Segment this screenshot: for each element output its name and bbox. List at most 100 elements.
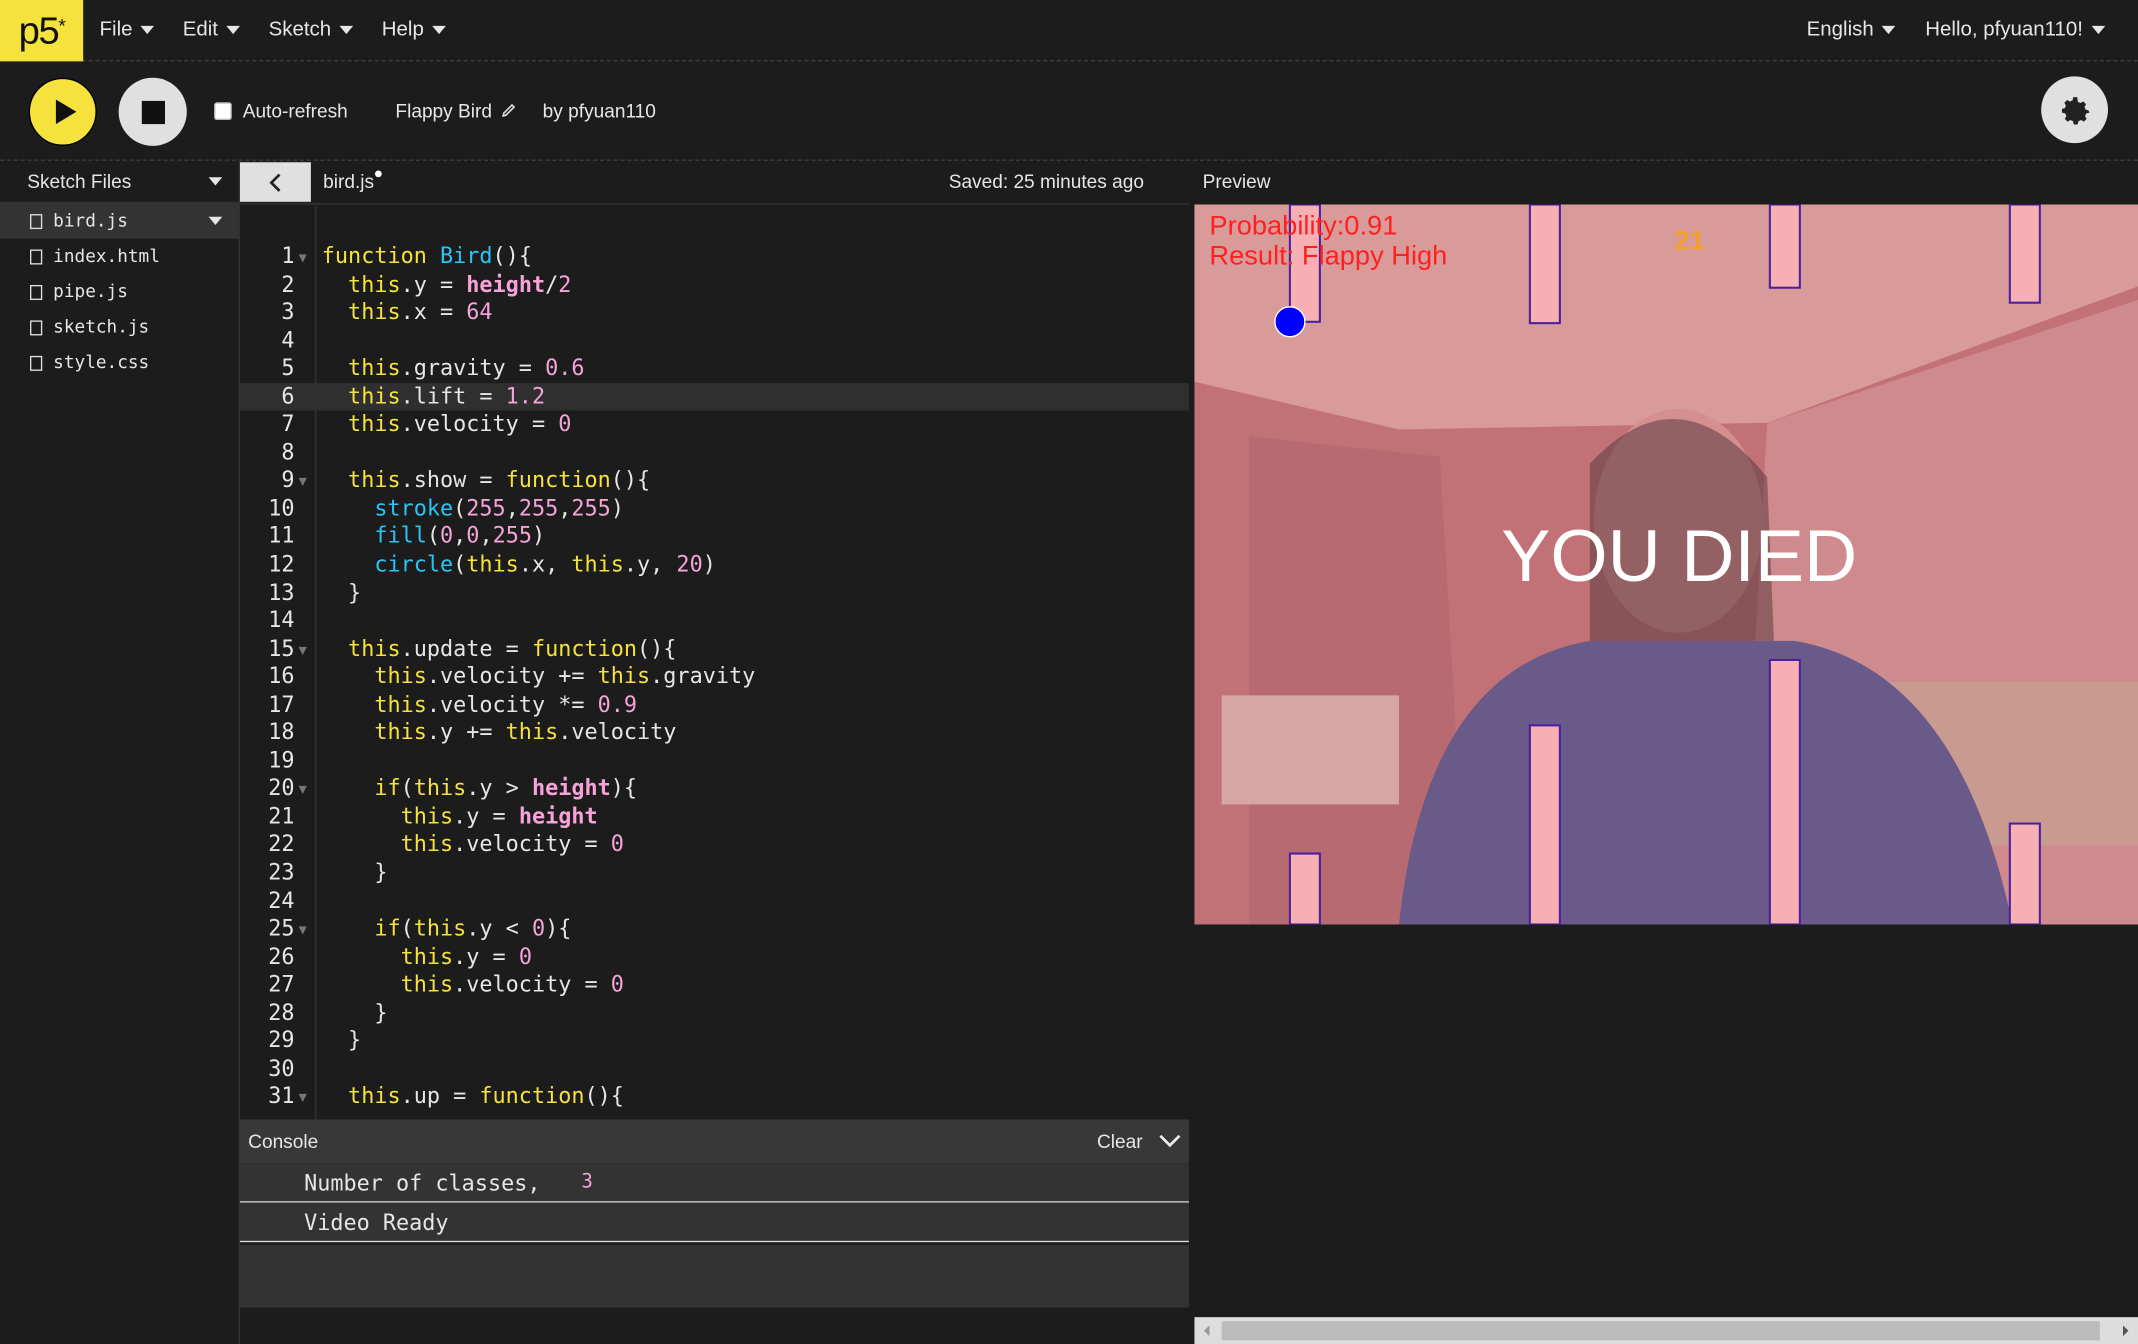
code-line[interactable]: 8 <box>240 439 1189 467</box>
line-number: 1 <box>281 242 295 269</box>
sketch-title[interactable]: Flappy Bird <box>395 100 516 121</box>
collapse-files-button[interactable] <box>239 162 311 202</box>
code-line[interactable]: 5 this.gravity = 0.6 <box>240 355 1189 383</box>
chevron-down-icon[interactable] <box>208 177 223 186</box>
code-line[interactable]: 22 this.velocity = 0 <box>240 831 1189 859</box>
menu-file[interactable]: File <box>100 18 155 41</box>
line-number: 19 <box>268 746 295 773</box>
code-text: this.lift = 1.2 <box>348 382 546 409</box>
user-label: Hello, pfyuan110! <box>1925 17 2083 41</box>
file-item[interactable]: index.html <box>0 239 239 274</box>
sketch-files-header[interactable]: Sketch Files <box>0 161 239 204</box>
chevron-down-icon <box>1881 25 1896 34</box>
auto-refresh-toggle[interactable]: Auto-refresh <box>214 99 348 122</box>
fold-arrow-icon[interactable]: ▼ <box>299 918 307 946</box>
code-line[interactable]: 19 <box>240 747 1189 775</box>
console-input[interactable] <box>239 1244 1189 1308</box>
code-lines[interactable]: 1 ▼ function Bird(){2 this.y = height/2 3 t… <box>239 243 1189 1111</box>
scrollbar-thumb[interactable] <box>1221 1321 2100 1341</box>
file-icon <box>29 248 43 264</box>
line-number: 28 <box>268 999 295 1026</box>
editor-tab[interactable]: bird.js <box>323 170 383 192</box>
preview-scrollbar[interactable] <box>1194 1317 2138 1344</box>
fold-arrow-icon[interactable]: ▼ <box>299 245 307 273</box>
code-line[interactable]: 31 ▼ this.up = function(){ <box>240 1083 1189 1111</box>
auto-refresh-checkbox[interactable] <box>214 101 232 120</box>
code-line[interactable]: 20 ▼ if(this.y > height){ <box>240 775 1189 803</box>
fold-arrow-icon[interactable]: ▼ <box>299 778 307 806</box>
file-icon <box>29 319 43 335</box>
play-icon <box>55 99 76 125</box>
code-line[interactable]: 27 this.velocity = 0 <box>240 971 1189 999</box>
code-line[interactable]: 23 } <box>240 859 1189 887</box>
bird <box>1274 306 1306 338</box>
auto-refresh-label: Auto-refresh <box>242 99 348 122</box>
code-line[interactable]: 10 stroke(255,255,255) <box>240 495 1189 523</box>
console-line: Video Ready <box>239 1202 1189 1243</box>
menu-sketch-label: Sketch <box>268 17 332 41</box>
scroll-left-icon[interactable] <box>1200 1317 1214 1344</box>
fold-arrow-icon[interactable]: ▼ <box>299 638 307 666</box>
menu-edit[interactable]: Edit <box>183 18 240 41</box>
code-text: this.y = height/2 <box>348 270 572 297</box>
chevron-down-icon[interactable] <box>208 216 223 225</box>
file-item[interactable]: sketch.js <box>0 310 239 345</box>
code-line[interactable]: 9 ▼ this.show = function(){ <box>240 467 1189 495</box>
code-editor[interactable]: 1 ▼ function Bird(){2 this.y = height/2 3 t… <box>239 205 1189 1120</box>
code-line[interactable]: 16 this.velocity += this.gravity <box>240 663 1189 691</box>
line-number: 14 <box>268 606 295 633</box>
console-header: Console Clear <box>239 1119 1189 1164</box>
file-item[interactable]: style.css <box>0 345 239 380</box>
code-line[interactable]: 13 } <box>240 579 1189 607</box>
code-line[interactable]: 14 <box>240 607 1189 635</box>
code-text: function Bird(){ <box>321 242 532 269</box>
console-clear-button[interactable]: Clear <box>1097 1130 1143 1152</box>
code-text: if(this.y > height){ <box>374 775 638 801</box>
file-item[interactable]: bird.js <box>0 203 239 239</box>
line-number: 17 <box>268 690 295 717</box>
pipe-top <box>1768 204 1801 289</box>
code-line[interactable]: 30 <box>240 1055 1189 1083</box>
code-line[interactable]: 29 } <box>240 1027 1189 1055</box>
stop-icon <box>141 100 165 124</box>
pencil-icon[interactable] <box>500 102 516 118</box>
code-line[interactable]: 25 ▼ if(this.y < 0){ <box>240 915 1189 943</box>
code-line[interactable]: 15 ▼ this.update = function(){ <box>240 635 1189 663</box>
file-icon <box>29 355 43 371</box>
code-line[interactable]: 18 this.y += this.velocity <box>240 719 1189 747</box>
code-line[interactable]: 4 <box>240 327 1189 355</box>
code-line[interactable]: 24 <box>240 887 1189 915</box>
preview-canvas[interactable]: Probability:0.91 Result: Flappy High 21 … <box>1194 204 2138 925</box>
logo-text: p5 <box>18 8 60 52</box>
user-menu[interactable]: Hello, pfyuan110! <box>1925 17 2105 41</box>
settings-button[interactable] <box>2041 76 2109 144</box>
code-line[interactable]: 3 this.x = 64 <box>240 299 1189 327</box>
code-line[interactable]: 1 ▼ function Bird(){ <box>240 243 1189 271</box>
menu-help[interactable]: Help <box>382 18 446 41</box>
code-text: this.velocity = 0 <box>348 410 572 437</box>
p5-logo[interactable]: p5 * <box>0 0 84 62</box>
code-line[interactable]: 7 this.velocity = 0 <box>240 411 1189 439</box>
stop-button[interactable] <box>118 77 187 146</box>
code-text: this.y = 0 <box>400 943 532 970</box>
fold-arrow-icon[interactable]: ▼ <box>299 1086 307 1114</box>
code-text: this.velocity = 0 <box>400 831 624 857</box>
play-button[interactable] <box>28 77 97 146</box>
code-text: } <box>321 999 388 1026</box>
menu-sketch[interactable]: Sketch <box>269 18 353 41</box>
file-item[interactable]: pipe.js <box>0 274 239 309</box>
code-line[interactable]: 26 this.y = 0 <box>240 943 1189 971</box>
language-menu[interactable]: English <box>1807 18 1896 41</box>
chevron-down-icon[interactable] <box>1159 1134 1181 1148</box>
code-line[interactable]: 28 } <box>240 999 1189 1027</box>
line-number: 27 <box>268 971 295 998</box>
code-line[interactable]: 11 fill(0,0,255) <box>240 523 1189 551</box>
code-line[interactable]: 2 this.y = height/2 <box>240 271 1189 299</box>
code-line[interactable]: 21 this.y = height <box>240 803 1189 831</box>
scroll-right-icon[interactable] <box>2119 1317 2133 1344</box>
fold-arrow-icon[interactable]: ▼ <box>299 470 307 498</box>
code-line[interactable]: 17 this.velocity *= 0.9 <box>240 691 1189 719</box>
code-text: if(this.y < 0){ <box>374 915 572 941</box>
code-line[interactable]: 6 this.lift = 1.2 <box>239 382 1189 411</box>
code-line[interactable]: 12 circle(this.x, this.y, 20) <box>240 551 1189 579</box>
